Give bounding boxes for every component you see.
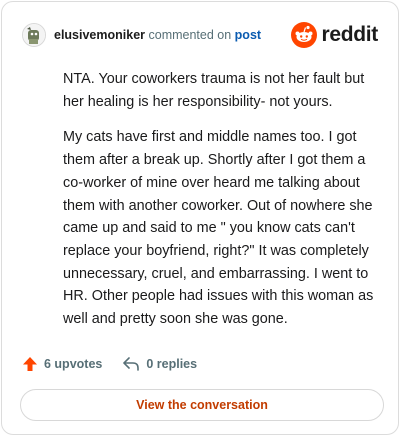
upvote-button[interactable]: 6 upvotes <box>22 356 102 372</box>
reddit-logo[interactable]: reddit <box>291 22 378 48</box>
reddit-snoo-icon <box>291 22 318 48</box>
reply-arrow-icon <box>123 357 140 371</box>
comment-header: elusivemoniker commented on post reddit <box>22 22 378 48</box>
reply-button[interactable]: 0 replies <box>122 356 197 372</box>
comment-body: NTA. Your coworkers trauma is not her fa… <box>63 68 379 344</box>
username-link[interactable]: elusivemoniker <box>54 28 145 42</box>
post-link[interactable]: post <box>235 28 261 42</box>
comment-paragraph: My cats have first and middle names too.… <box>63 129 374 328</box>
reddit-wordmark: reddit <box>321 23 378 46</box>
embedded-comment-card: elusivemoniker commented on post reddit … <box>1 1 399 435</box>
comment-paragraph: NTA. Your coworkers trauma is not her fa… <box>63 71 365 110</box>
reply-count: 0 replies <box>146 357 198 371</box>
upvote-arrow-icon <box>23 357 37 371</box>
comment-actions: 6 upvotes 0 replies <box>22 356 217 372</box>
comment-meta: elusivemoniker commented on post <box>54 28 261 42</box>
user-avatar[interactable] <box>22 23 46 47</box>
action-text: commented on <box>148 28 232 42</box>
avatar-icon <box>23 24 45 46</box>
upvote-count: 6 upvotes <box>44 357 103 371</box>
view-conversation-button[interactable]: View the conversation <box>20 389 384 421</box>
